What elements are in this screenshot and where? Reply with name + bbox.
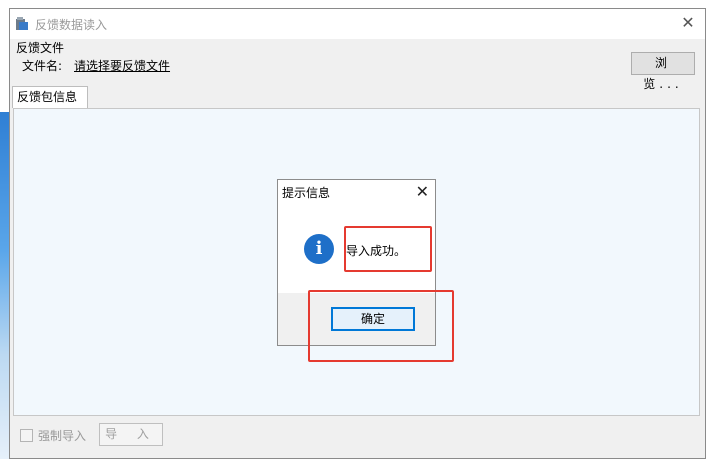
force-import-checkbox[interactable] [20, 429, 33, 442]
file-select-link[interactable]: 请选择要反馈文件 [74, 57, 170, 74]
dialog-close-icon[interactable]: ✕ [416, 182, 429, 201]
title-bar: 反馈数据读入 ✕ [10, 9, 705, 39]
force-import-label: 强制导入 [38, 429, 87, 443]
feedback-file-group: 反馈文件 文件名: 请选择要反馈文件 浏 览... [10, 39, 705, 91]
highlight-ok-box [308, 290, 454, 362]
info-icon: i [304, 234, 334, 264]
group-label: 反馈文件 [16, 41, 65, 55]
import-button[interactable]: 导 入 [99, 423, 163, 446]
close-icon[interactable]: ✕ [679, 14, 697, 32]
screen: 反馈数据读入 ✕ 反馈文件 文件名: 请选择要反馈文件 浏 览... 反馈包信息… [0, 0, 706, 459]
highlight-message-box [344, 226, 432, 272]
browse-button[interactable]: 浏 览... [631, 52, 695, 91]
file-name-label: 文件名: [22, 59, 63, 73]
window-title: 反馈数据读入 [35, 18, 108, 32]
tab-feedback-info[interactable]: 反馈包信息 [12, 86, 88, 108]
dialog-title: 提示信息 [282, 186, 331, 200]
bottom-bar: 强制导入 导 入 [10, 419, 705, 459]
app-icon [16, 17, 28, 30]
